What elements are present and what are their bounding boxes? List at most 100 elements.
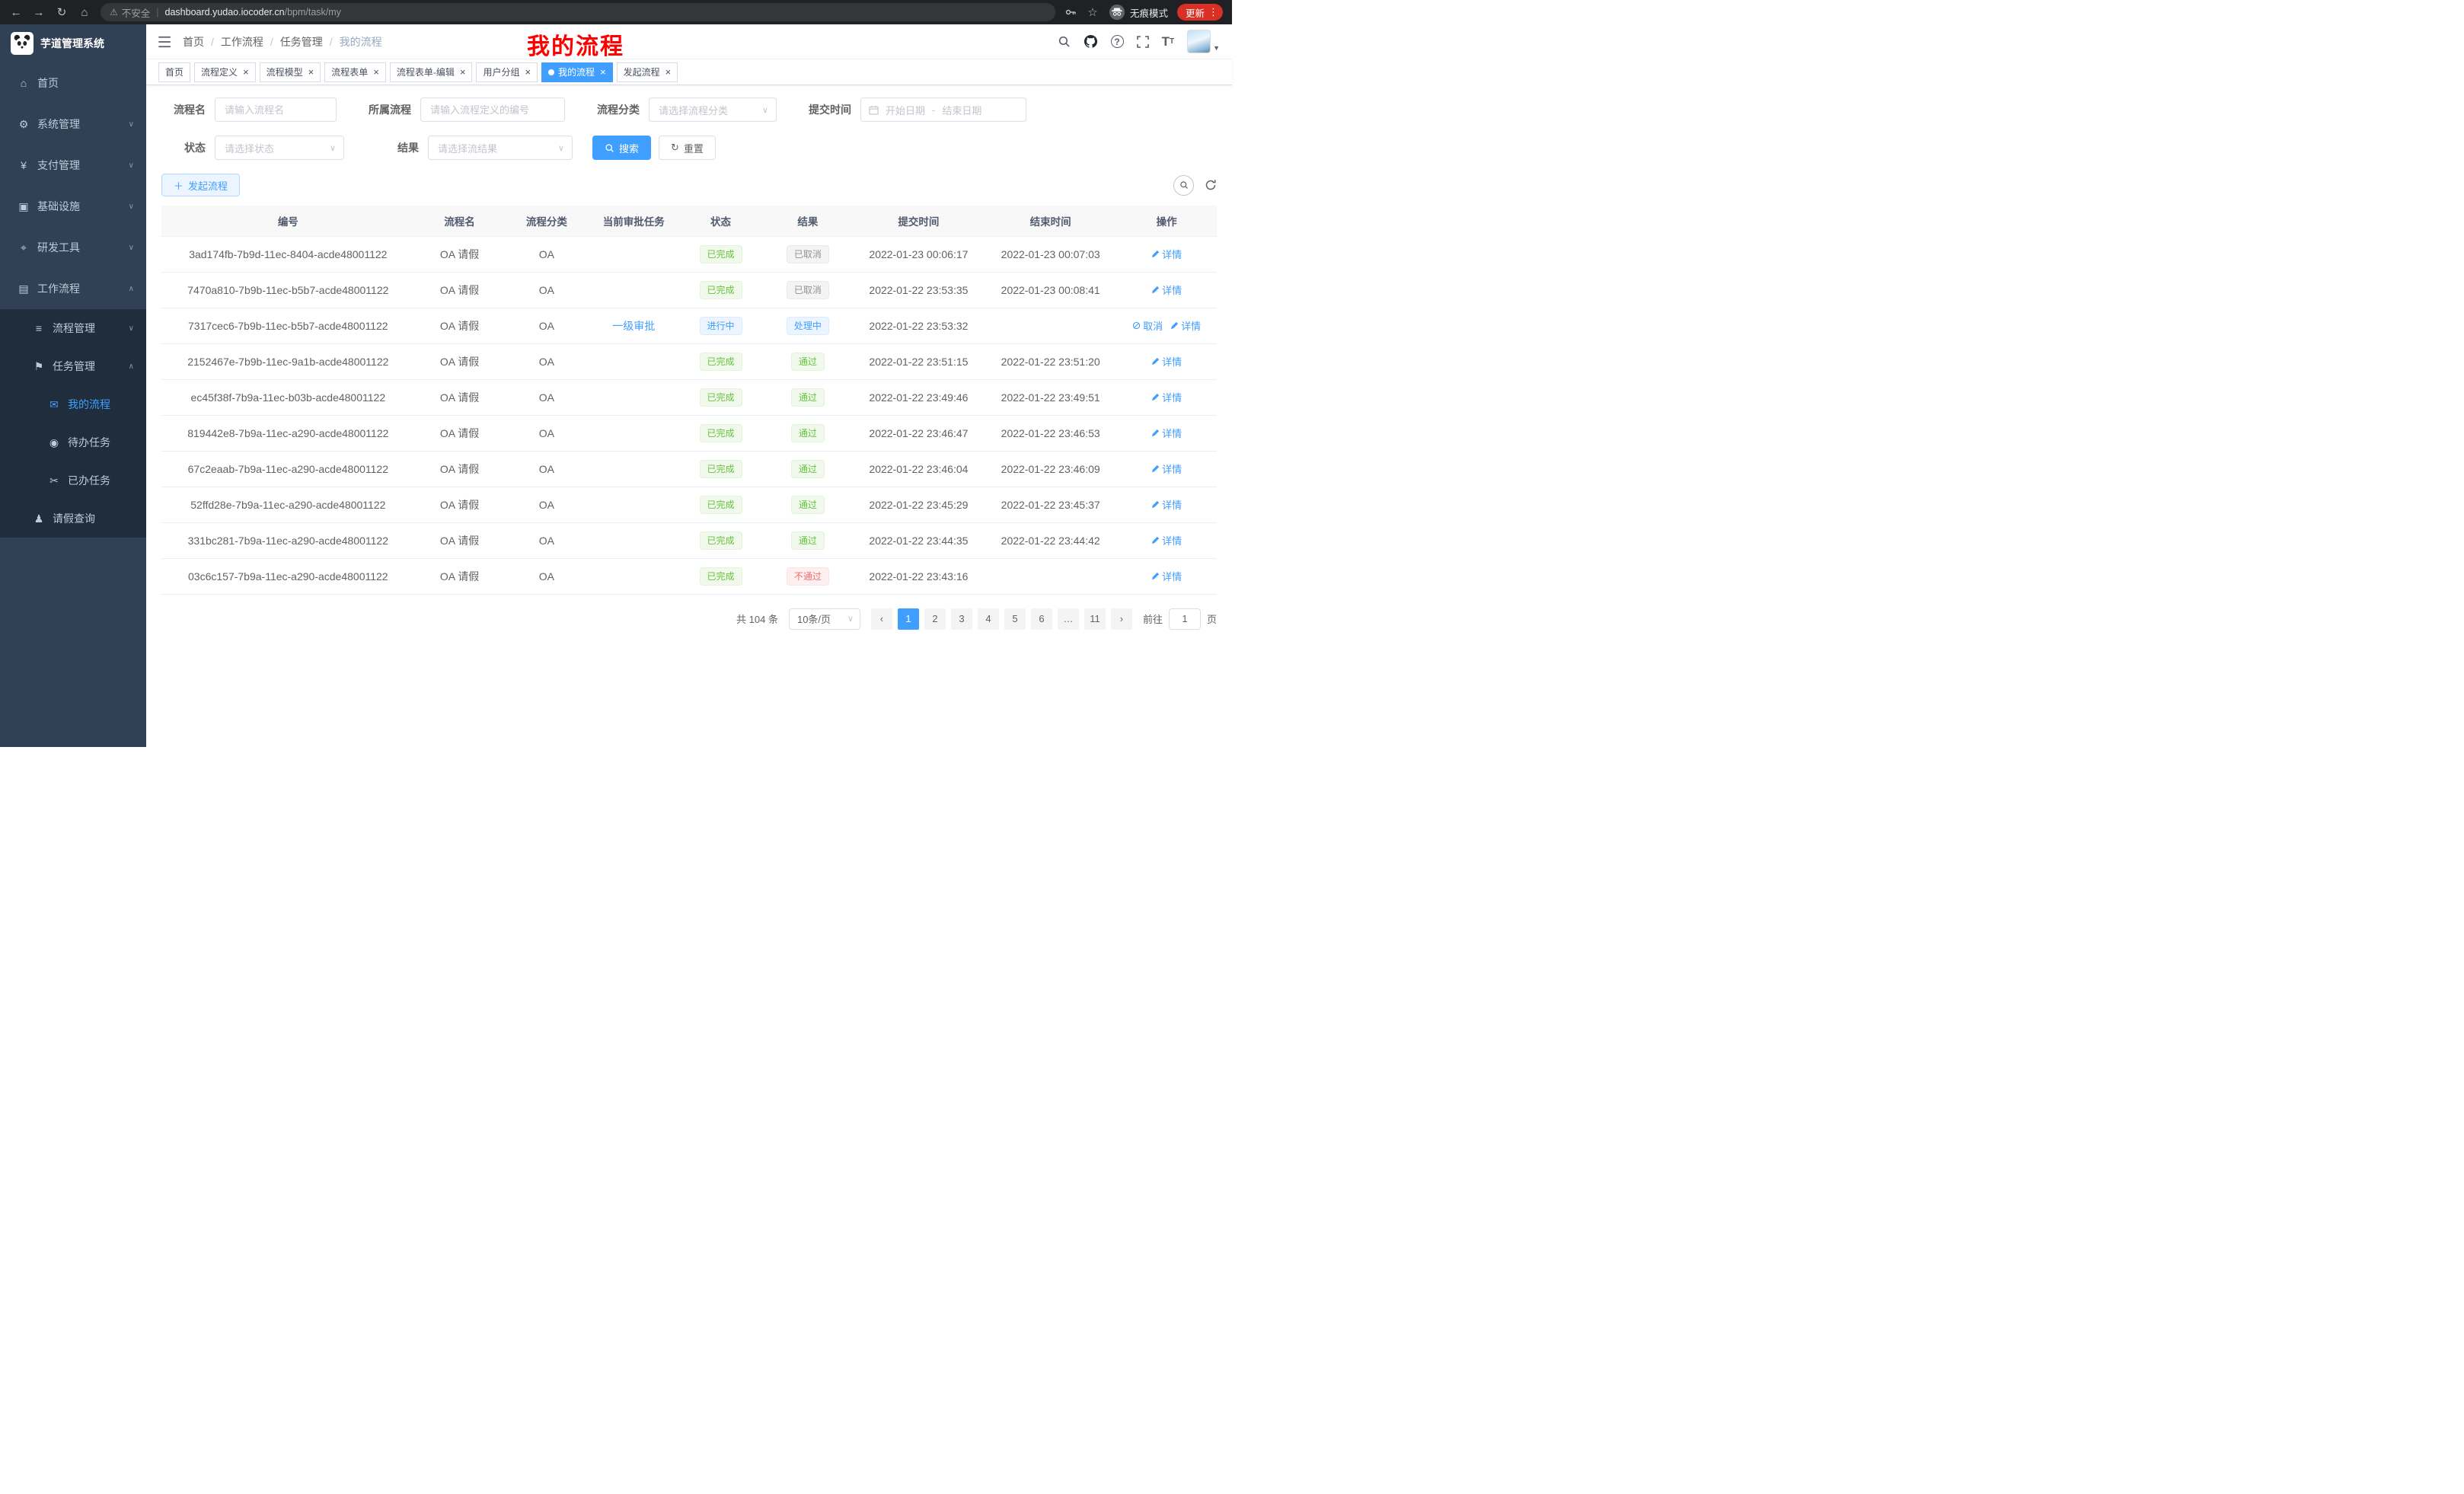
cell-submit-time: 2022-01-22 23:46:47	[853, 415, 985, 451]
breadcrumb-item[interactable]: 任务管理	[280, 34, 323, 49]
menu-dots-icon[interactable]: ⋮	[1208, 6, 1218, 18]
next-page-button[interactable]: ›	[1111, 608, 1132, 630]
detail-action[interactable]: 详情	[1151, 283, 1182, 297]
reload-icon[interactable]: ↻	[55, 5, 69, 19]
close-icon[interactable]: ×	[308, 67, 314, 77]
page-size-select[interactable]: 10条/页 ∨	[789, 608, 860, 630]
task-link[interactable]: 一级审批	[612, 318, 655, 334]
breadcrumb-separator: /	[270, 36, 273, 48]
forward-icon[interactable]: →	[32, 6, 46, 19]
address-bar[interactable]: ⚠ 不安全 | dashboard.yudao.iocoder.cn/bpm/t…	[101, 3, 1055, 21]
detail-action[interactable]: 详情	[1151, 426, 1182, 440]
cell-name: OA 请假	[415, 451, 505, 487]
close-icon[interactable]: ×	[525, 67, 531, 77]
sidebar-item-任务管理[interactable]: ⚑任务管理∧	[0, 347, 146, 385]
avatar[interactable]	[1187, 30, 1211, 53]
chevron-down-icon: ▼	[1213, 44, 1220, 53]
close-icon[interactable]: ×	[665, 67, 672, 77]
sidebar-item-我的流程[interactable]: ✉我的流程	[0, 385, 146, 423]
sidebar-item-系统管理[interactable]: ⚙系统管理∨	[0, 104, 146, 145]
sidebar-item-请假查询[interactable]: ♟请假查询	[0, 500, 146, 538]
tab-我的流程[interactable]: 我的流程×	[541, 62, 613, 82]
page-button[interactable]: 11	[1084, 608, 1106, 630]
sidebar-item-工作流程[interactable]: ▤工作流程∧	[0, 268, 146, 309]
page-button[interactable]: 5	[1004, 608, 1026, 630]
font-size-icon[interactable]: TT	[1162, 34, 1175, 49]
page-button[interactable]: 6	[1031, 608, 1052, 630]
home-icon: ⌂	[17, 77, 30, 89]
github-icon[interactable]	[1084, 34, 1098, 49]
reset-button[interactable]: ↻ 重置	[659, 136, 716, 160]
tab-用户分组[interactable]: 用户分组×	[476, 62, 538, 82]
status-tag: 已取消	[787, 245, 829, 263]
hamburger-icon[interactable]	[158, 36, 172, 48]
detail-action[interactable]: 详情	[1151, 354, 1182, 369]
cell-result: 处理中	[763, 308, 853, 343]
fullscreen-icon[interactable]	[1137, 36, 1149, 48]
status-select[interactable]: 请选择状态 ∨	[215, 136, 344, 160]
cell-task	[589, 487, 678, 522]
detail-action[interactable]: 详情	[1151, 497, 1182, 512]
tab-流程模型[interactable]: 流程模型×	[260, 62, 321, 82]
detail-action[interactable]: 详情	[1151, 247, 1182, 261]
detail-action[interactable]: 详情	[1151, 461, 1182, 476]
breadcrumb-item[interactable]: 工作流程	[221, 34, 263, 49]
sidebar-item-支付管理[interactable]: ¥支付管理∨	[0, 145, 146, 186]
tab-流程表单[interactable]: 流程表单×	[324, 62, 386, 82]
cell-id: 331bc281-7b9a-11ec-a290-acde48001122	[161, 522, 415, 558]
page-button[interactable]: 2	[924, 608, 946, 630]
sidebar-item-待办任务[interactable]: ◉待办任务	[0, 423, 146, 461]
close-icon[interactable]: ×	[373, 67, 379, 77]
detail-action[interactable]: 详情	[1151, 569, 1182, 583]
sidebar-item-已办任务[interactable]: ✂已办任务	[0, 461, 146, 500]
page-button[interactable]: 3	[951, 608, 972, 630]
sidebar-item-研发工具[interactable]: ⌖研发工具∨	[0, 227, 146, 268]
process-name-input[interactable]	[215, 97, 337, 122]
refresh-table-button[interactable]	[1205, 179, 1217, 191]
bookmark-star-icon[interactable]: ☆	[1086, 5, 1100, 19]
search-icon[interactable]	[1058, 35, 1071, 48]
close-icon[interactable]: ×	[243, 67, 249, 77]
breadcrumb-separator: /	[330, 36, 333, 48]
help-icon[interactable]: ?	[1111, 35, 1124, 48]
chrome-update-button[interactable]: 更新 ⋮	[1177, 4, 1223, 21]
tab-发起流程[interactable]: 发起流程×	[617, 62, 678, 82]
breadcrumb-item[interactable]: 首页	[183, 34, 204, 49]
incognito-badge: 无痕模式	[1109, 4, 1168, 21]
cell-actions: 详情	[1116, 379, 1217, 415]
close-icon[interactable]: ×	[460, 67, 466, 77]
page-button[interactable]: 4	[978, 608, 999, 630]
process-definition-input[interactable]	[420, 97, 565, 122]
category-select[interactable]: 请选择流程分类 ∨	[649, 97, 777, 122]
home-icon[interactable]: ⌂	[78, 6, 91, 19]
cell-id: 7317cec6-7b9b-11ec-b5b7-acde48001122	[161, 308, 415, 343]
show-search-button[interactable]	[1173, 175, 1194, 196]
detail-action[interactable]: 详情	[1151, 533, 1182, 547]
date-range-picker[interactable]: 开始日期 - 结束日期	[860, 97, 1026, 122]
close-icon[interactable]: ×	[600, 67, 606, 77]
edit-icon	[1170, 321, 1179, 330]
sidebar-item-首页[interactable]: ⌂首页	[0, 62, 146, 104]
back-icon[interactable]: ←	[9, 6, 23, 19]
tab-流程定义[interactable]: 流程定义×	[194, 62, 256, 82]
cancel-action[interactable]: 取消	[1132, 318, 1163, 333]
result-select[interactable]: 请选择流结果 ∨	[428, 136, 573, 160]
more-pages-button[interactable]: …	[1058, 608, 1079, 630]
detail-action[interactable]: 详情	[1151, 390, 1182, 404]
search-button[interactable]: 搜索	[592, 136, 651, 160]
cell-submit-time: 2022-01-22 23:45:29	[853, 487, 985, 522]
goto-page-input[interactable]	[1169, 608, 1201, 630]
prev-page-button[interactable]: ‹	[871, 608, 892, 630]
sidebar-item-基础设施[interactable]: ▣基础设施∨	[0, 186, 146, 227]
status-tag: 处理中	[787, 317, 829, 335]
security-warning[interactable]: ⚠ 不安全	[110, 5, 150, 20]
user-menu[interactable]: ▼	[1187, 30, 1220, 53]
page-button[interactable]: 1	[898, 608, 919, 630]
tab-流程表单-编辑[interactable]: 流程表单-编辑×	[390, 62, 473, 82]
create-process-button[interactable]: ＋ 发起流程	[161, 174, 240, 196]
sidebar-item-流程管理[interactable]: ≡流程管理∨	[0, 309, 146, 347]
tab-首页[interactable]: 首页	[158, 62, 190, 82]
detail-action[interactable]: 详情	[1170, 318, 1201, 333]
table-row: 2152467e-7b9b-11ec-9a1b-acde48001122OA 请…	[161, 343, 1217, 379]
key-icon[interactable]	[1064, 6, 1077, 18]
